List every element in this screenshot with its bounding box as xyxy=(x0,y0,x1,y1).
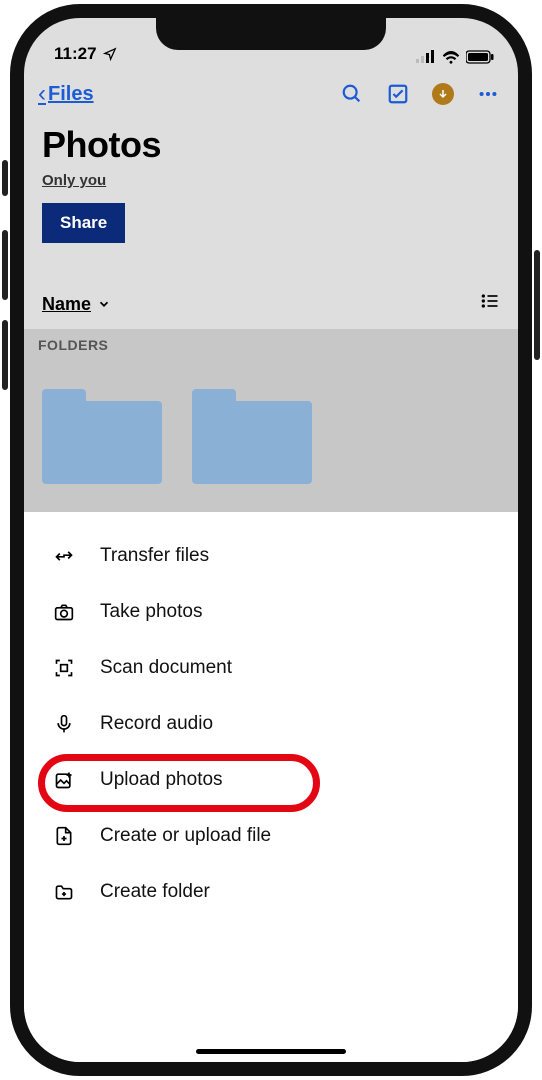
view-toggle-icon[interactable] xyxy=(480,291,500,317)
sheet-item-record-audio[interactable]: Record audio xyxy=(24,696,518,752)
upload-photo-icon xyxy=(52,768,76,792)
cellular-icon xyxy=(416,50,436,64)
folder-plus-icon xyxy=(52,880,76,904)
status-bar: 11:27 xyxy=(24,18,518,66)
battery-icon xyxy=(466,50,494,64)
share-button[interactable]: Share xyxy=(42,203,125,243)
sheet-item-scan-document[interactable]: Scan document xyxy=(24,640,518,696)
sheet-item-label: Transfer files xyxy=(100,545,209,567)
sort-button[interactable]: Name xyxy=(42,294,111,315)
microphone-icon xyxy=(52,712,76,736)
wifi-icon xyxy=(442,50,460,64)
home-indicator[interactable] xyxy=(196,1049,346,1054)
sheet-item-label: Take photos xyxy=(100,601,202,623)
location-icon xyxy=(103,47,117,61)
folder-item[interactable] xyxy=(192,389,312,484)
folders-grid xyxy=(24,361,518,512)
camera-icon xyxy=(52,600,76,624)
sort-label: Name xyxy=(42,294,91,315)
chevron-down-icon xyxy=(97,297,111,311)
action-sheet: Transfer files Take photos Scan document… xyxy=(24,512,518,1062)
phone-frame: 11:27 ‹ Files xyxy=(10,4,532,1076)
sheet-item-transfer-files[interactable]: Transfer files xyxy=(24,528,518,584)
scan-icon xyxy=(52,656,76,680)
folder-item[interactable] xyxy=(42,389,162,484)
status-time: 11:27 xyxy=(54,44,97,64)
transfer-icon xyxy=(52,544,76,568)
sheet-item-take-photos[interactable]: Take photos xyxy=(24,584,518,640)
back-label: Files xyxy=(48,83,94,106)
sheet-item-label: Record audio xyxy=(100,713,213,735)
chevron-left-icon: ‹ xyxy=(38,80,46,108)
sheet-item-upload-photos[interactable]: Upload photos xyxy=(24,752,518,808)
sheet-item-label: Scan document xyxy=(100,657,232,679)
sheet-item-label: Create folder xyxy=(100,881,210,903)
sheet-item-label: Create or upload file xyxy=(100,825,271,847)
search-icon[interactable] xyxy=(340,82,364,106)
sheet-item-create-upload-file[interactable]: Create or upload file xyxy=(24,808,518,864)
more-icon[interactable] xyxy=(476,82,500,106)
select-icon[interactable] xyxy=(386,82,410,106)
page-title: Photos xyxy=(24,118,518,168)
back-button[interactable]: ‹ Files xyxy=(38,80,94,108)
sheet-item-create-folder[interactable]: Create folder xyxy=(24,864,518,920)
section-header-folders: FOLDERS xyxy=(24,329,518,361)
sharing-status[interactable]: Only you xyxy=(24,168,518,199)
download-badge-icon[interactable] xyxy=(432,83,454,105)
sheet-item-label: Upload photos xyxy=(100,769,223,791)
file-plus-icon xyxy=(52,824,76,848)
nav-bar: ‹ Files xyxy=(24,66,518,118)
